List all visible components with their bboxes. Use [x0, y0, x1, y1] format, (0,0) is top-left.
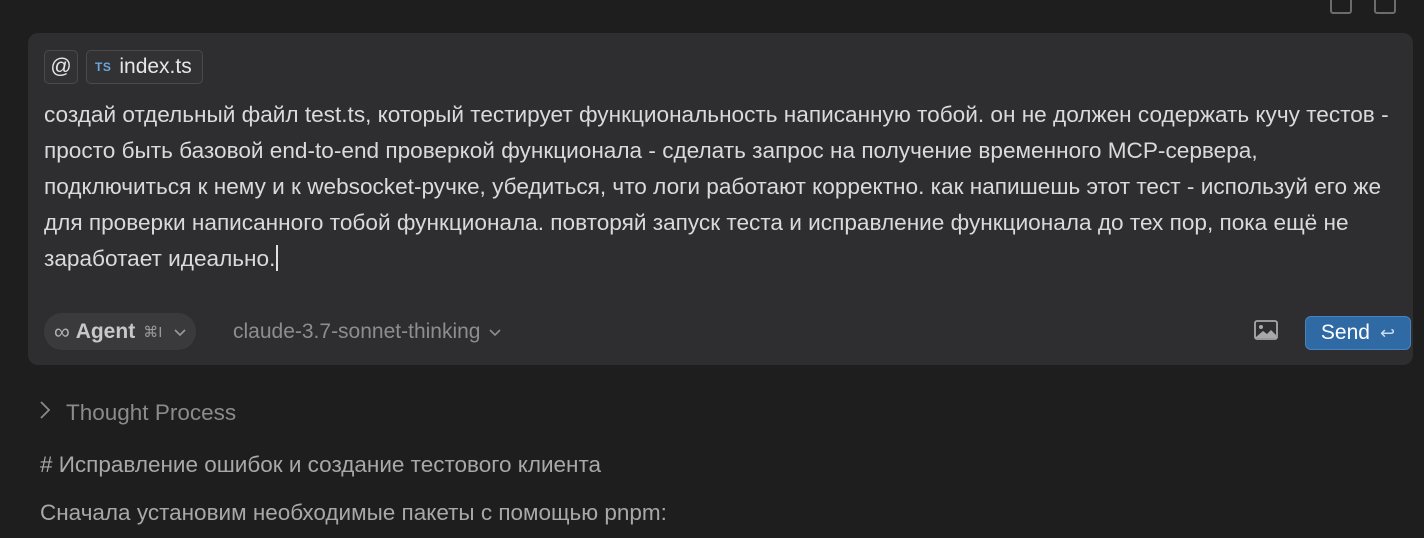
composer-toolbar: ∞ Agent ⌘I claude-3.7-sonnet-thinking Se… [44, 313, 1411, 351]
top-bar [0, 0, 1424, 33]
prompt-text: создай отдельный файл test.ts, который т… [44, 102, 1389, 271]
thought-process-label: Thought Process [66, 400, 237, 425]
model-selector[interactable]: claude-3.7-sonnet-thinking [233, 313, 501, 350]
chevron-down-icon [488, 324, 501, 340]
prompt-input[interactable]: создай отдельный файл test.ts, который т… [44, 97, 1399, 277]
at-icon: @ [50, 55, 72, 78]
file-context-chip[interactable]: TS index.ts [86, 50, 203, 84]
infinity-icon: ∞ [54, 318, 70, 344]
chevron-right-icon [40, 401, 51, 425]
mode-selector[interactable]: ∞ Agent ⌘I [44, 313, 197, 350]
mode-shortcut: ⌘I [143, 323, 163, 341]
thought-process-toggle[interactable]: Thought Process [40, 400, 236, 426]
typescript-file-icon: TS [95, 60, 112, 74]
mode-label: Agent [75, 319, 136, 343]
chevron-down-icon [174, 324, 186, 340]
add-context-button[interactable]: @ [44, 50, 78, 84]
model-label: claude-3.7-sonnet-thinking [233, 319, 481, 343]
text-caret [276, 245, 279, 271]
send-label: Send [1320, 321, 1370, 344]
response-heading: # Исправление ошибок и создание тестовог… [40, 452, 602, 477]
top-icons [1330, 0, 1396, 14]
copy-icon[interactable] [1374, 0, 1396, 14]
chat-composer: @ TS index.ts создай отдельный файл test… [28, 33, 1413, 365]
response-paragraph: Сначала установим необходимые пакеты с п… [40, 500, 667, 525]
context-chips: @ TS index.ts [44, 50, 203, 84]
send-button[interactable]: Send ↩ [1305, 316, 1411, 350]
history-icon[interactable] [1330, 0, 1352, 14]
file-chip-name: index.ts [119, 55, 192, 78]
image-icon[interactable] [1254, 320, 1278, 340]
enter-icon: ↩ [1379, 322, 1396, 343]
